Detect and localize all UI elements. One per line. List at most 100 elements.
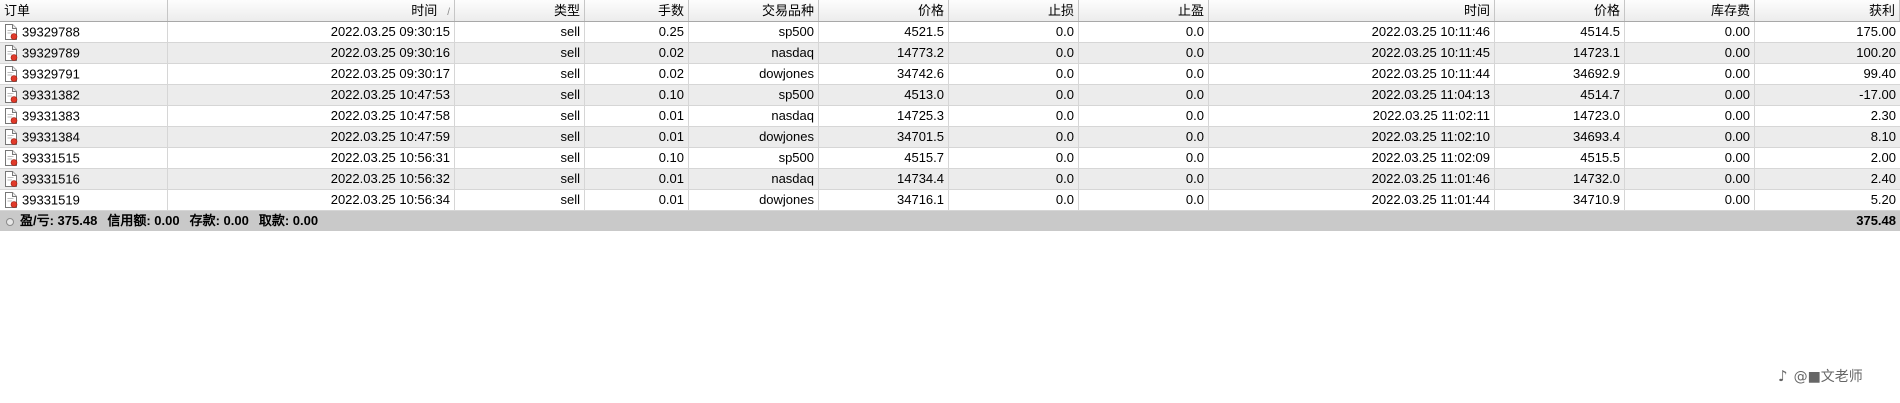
cell-close-time: 2022.03.25 11:01:46 [1209, 169, 1495, 189]
cell-close-price: 14723.1 [1495, 43, 1625, 63]
order-number: 39331519 [22, 192, 80, 208]
col-header-open-price[interactable]: 价格 [819, 0, 949, 21]
closed-order-icon [4, 191, 18, 208]
col-header-lots[interactable]: 手数 [585, 0, 689, 21]
cell-close-price: 34692.9 [1495, 64, 1625, 84]
cell-open-price: 14725.3 [819, 106, 949, 126]
cell-symbol: nasdaq [689, 43, 819, 63]
table-row[interactable]: 39331382 2022.03.25 10:47:53 sell 0.10 sp500… [0, 85, 1900, 106]
cell-open-price: 4513.0 [819, 85, 949, 105]
cell-close-time: 2022.03.25 11:01:44 [1209, 190, 1495, 210]
table-row[interactable]: 39331516 2022.03.25 10:56:32 sell 0.01 nasda… [0, 169, 1900, 190]
table-body: 39329788 2022.03.25 09:30:15 sell 0.25 sp500… [0, 22, 1900, 211]
cell-order: 39329788 [0, 22, 168, 42]
cell-close-time: 2022.03.25 11:02:09 [1209, 148, 1495, 168]
col-header-profit[interactable]: 获利 [1755, 0, 1900, 21]
table-row[interactable]: 39329791 2022.03.25 09:30:17 sell 0.02 dowjo… [0, 64, 1900, 85]
cell-type: sell [455, 169, 585, 189]
cell-symbol: sp500 [689, 85, 819, 105]
cell-stop-loss: 0.0 [949, 22, 1079, 42]
cell-stop-loss: 0.0 [949, 64, 1079, 84]
col-header-stop-loss[interactable]: 止损 [949, 0, 1079, 21]
cell-stop-loss: 0.0 [949, 85, 1079, 105]
col-header-type[interactable]: 类型 [455, 0, 585, 21]
sort-indicator-icon: / [447, 7, 450, 18]
cell-open-price: 4515.7 [819, 148, 949, 168]
cell-type: sell [455, 190, 585, 210]
cell-stop-loss: 0.0 [949, 148, 1079, 168]
cell-profit: 175.00 [1856, 24, 1896, 39]
table-row[interactable]: 39331383 2022.03.25 10:47:58 sell 0.01 nasda… [0, 106, 1900, 127]
cell-close-time: 2022.03.25 10:11:45 [1209, 43, 1495, 63]
cell-lots: 0.10 [585, 148, 689, 168]
col-header-symbol[interactable]: 交易品种 [689, 0, 819, 21]
cell-stop-loss: 0.0 [949, 169, 1079, 189]
status-dot-icon [6, 217, 14, 226]
closed-order-icon [4, 149, 18, 166]
cell-take-profit: 0.0 [1079, 169, 1209, 189]
cell-take-profit: 0.0 [1079, 22, 1209, 42]
cell-take-profit: 0.0 [1079, 43, 1209, 63]
cell-symbol: sp500 [689, 148, 819, 168]
cell-close-time: 2022.03.25 11:04:13 [1209, 85, 1495, 105]
cell-open-price: 34716.1 [819, 190, 949, 210]
cell-open-time: 2022.03.25 09:30:16 [168, 43, 455, 63]
cell-swap: 0.00 [1625, 64, 1755, 84]
cell-profit: 5.20 [1870, 192, 1896, 207]
cell-order: 39331519 [0, 190, 168, 210]
table-row[interactable]: 39331384 2022.03.25 10:47:59 sell 0.01 dowjo… [0, 127, 1900, 148]
col-header-order[interactable]: 订单 [0, 0, 168, 21]
table-row[interactable]: 39329788 2022.03.25 09:30:15 sell 0.25 sp500… [0, 22, 1900, 43]
table-row[interactable]: 39331515 2022.03.25 10:56:31 sell 0.10 sp500… [0, 148, 1900, 169]
order-number: 39329789 [22, 45, 80, 61]
cell-close-price: 34693.4 [1495, 127, 1625, 147]
cell-lots: 0.02 [585, 43, 689, 63]
summary-text: 盈/亏: 375.48 信用额: 0.00 存款: 0.00 取款: 0.00 [0, 211, 1000, 231]
closed-order-icon [4, 107, 18, 124]
order-number: 39331516 [22, 171, 80, 187]
cell-symbol: dowjones [689, 190, 819, 210]
table-header: 订单 时间 / 类型 手数 交易品种 价格 止损 止盈 时间 价格 库存费 获利 [0, 0, 1900, 22]
col-header-take-profit[interactable]: 止盈 [1079, 0, 1209, 21]
cell-open-price: 14773.2 [819, 43, 949, 63]
cell-swap: 0.00 [1625, 106, 1755, 126]
table-row[interactable]: 39329789 2022.03.25 09:30:16 sell 0.02 nasda… [0, 43, 1900, 64]
cell-stop-loss: 0.0 [949, 106, 1079, 126]
cell-lots: 0.01 [585, 169, 689, 189]
cell-open-time: 2022.03.25 10:56:34 [168, 190, 455, 210]
cell-open-time: 2022.03.25 10:47:53 [168, 85, 455, 105]
col-header-swap[interactable]: 库存费 [1625, 0, 1755, 21]
cell-close-price: 14732.0 [1495, 169, 1625, 189]
summary-row: 盈/亏: 375.48 信用额: 0.00 存款: 0.00 取款: 0.00 375… [0, 211, 1900, 231]
col-header-open-time[interactable]: 时间 / [168, 0, 455, 21]
cell-profit: 100.20 [1856, 45, 1896, 60]
cell-type: sell [455, 106, 585, 126]
cell-order: 39331515 [0, 148, 168, 168]
col-header-close-time[interactable]: 时间 [1209, 0, 1495, 21]
closed-order-icon [4, 44, 18, 61]
cell-swap: 0.00 [1625, 22, 1755, 42]
cell-take-profit: 0.0 [1079, 106, 1209, 126]
table-row[interactable]: 39331519 2022.03.25 10:56:34 sell 0.01 dowjo… [0, 190, 1900, 211]
cell-close-price: 4514.5 [1495, 22, 1625, 42]
col-header-close-price[interactable]: 价格 [1495, 0, 1625, 21]
cell-open-time: 2022.03.25 10:47:59 [168, 127, 455, 147]
summary-credit: 信用额: 0.00 [107, 213, 180, 228]
summary-deposit: 存款: 0.00 [189, 213, 249, 228]
history-table: 订单 时间 / 类型 手数 交易品种 价格 止损 止盈 时间 价格 库存费 获利 … [0, 0, 1900, 231]
closed-order-icon [4, 86, 18, 103]
cell-type: sell [455, 85, 585, 105]
cell-open-price: 4521.5 [819, 22, 949, 42]
cell-close-price: 4514.7 [1495, 85, 1625, 105]
cell-close-time: 2022.03.25 10:11:44 [1209, 64, 1495, 84]
order-number: 39331515 [22, 150, 80, 166]
cell-take-profit: 0.0 [1079, 64, 1209, 84]
order-number: 39331382 [22, 87, 80, 103]
closed-order-icon [4, 23, 18, 40]
summary-profit-loss: 盈/亏: 375.48 [20, 213, 98, 228]
cell-swap: 0.00 [1625, 148, 1755, 168]
cell-open-time: 2022.03.25 09:30:15 [168, 22, 455, 42]
cell-take-profit: 0.0 [1079, 148, 1209, 168]
cell-close-price: 14723.0 [1495, 106, 1625, 126]
cell-symbol: dowjones [689, 127, 819, 147]
